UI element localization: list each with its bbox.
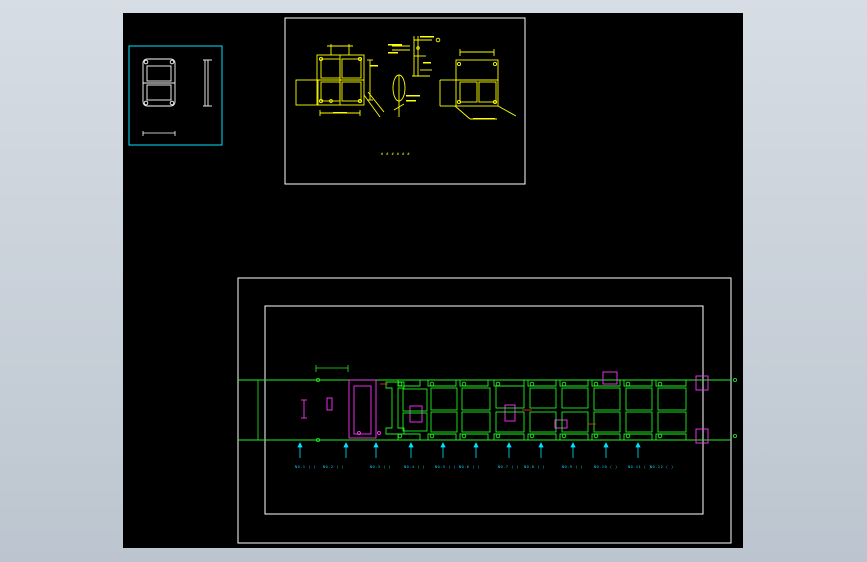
cad-drawing: # # # # # # NO.1 () NO.2 () NO.3 () N… [128, 17, 738, 544]
station-label: NO.9 ( ) [562, 465, 583, 469]
station-label: NO.8 ( ) [524, 465, 545, 469]
station-label: NO.10 ( ) [594, 465, 618, 469]
station-label: NO.4 ( ) [404, 465, 425, 469]
station-label: NO.11 ( ) [628, 465, 652, 469]
strip-station-parts [385, 380, 687, 440]
thumbnail-sheet[interactable] [128, 45, 223, 146]
station-label: NO.3 ( ) [370, 465, 391, 469]
red-cutting-marks [380, 383, 596, 425]
thumbnail-part-front-view [142, 58, 176, 107]
part-drawing-sheet[interactable]: # # # # # # [284, 17, 526, 185]
part-view-right [439, 49, 517, 120]
station-label: NO.2 ( ) [323, 465, 344, 469]
strip-layout-sheet[interactable]: NO.1 ( ) NO.2 ( ) NO.3 ( ) NO.4 ( ) NO.5… [237, 277, 738, 544]
station-labels: NO.1 ( ) NO.2 ( ) NO.3 ( ) NO.4 ( ) NO.5… [295, 465, 674, 469]
thumbnail-dimension [142, 131, 176, 136]
cad-viewer: # # # # # # NO.1 () NO.2 () NO.3 () N… [0, 0, 867, 562]
strip-width-dimension [255, 365, 349, 441]
part-view-section [392, 36, 441, 117]
station-label: NO.12 ( ) [650, 465, 674, 469]
station-label: NO.5 ( ) [435, 465, 456, 469]
station-label: NO.7 ( ) [498, 465, 519, 469]
station-label: NO.1 ( ) [295, 465, 316, 469]
part-sheet-caption: # # # # # # [381, 152, 410, 156]
part-view-front [295, 44, 385, 118]
thumbnail-part-side-view [203, 59, 212, 107]
station-label: NO.6 ( ) [459, 465, 480, 469]
station-arrows [297, 442, 641, 458]
